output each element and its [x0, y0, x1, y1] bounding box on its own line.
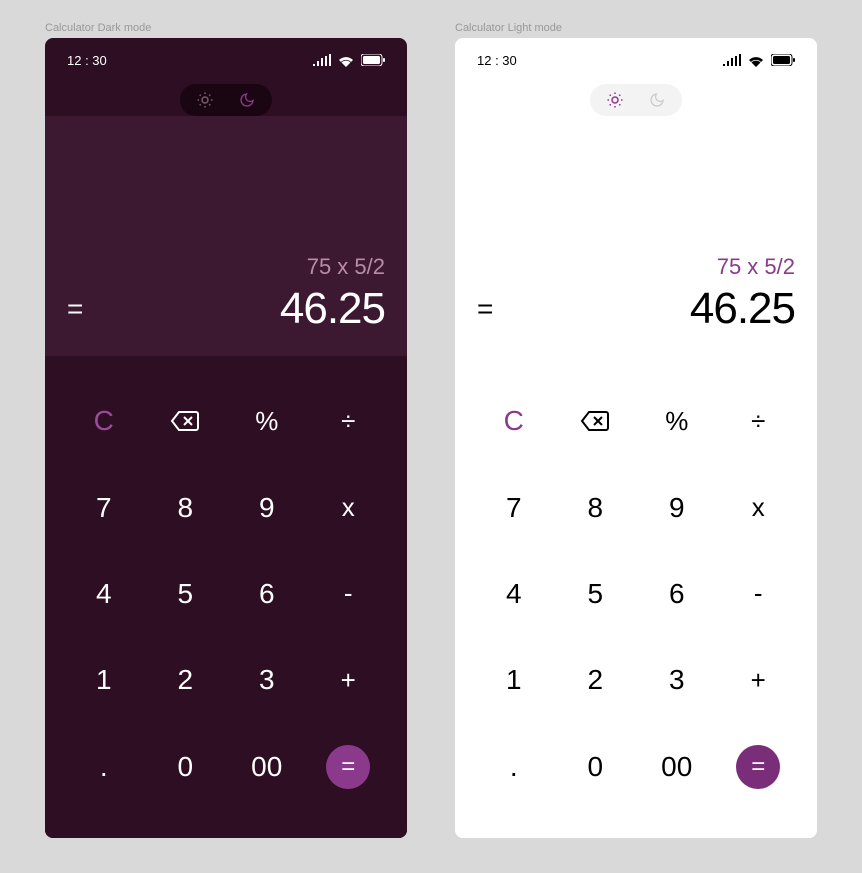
six-button[interactable]: 6 [226, 551, 308, 637]
plus-button[interactable]: + [308, 637, 390, 723]
clear-button[interactable]: C [473, 378, 555, 464]
display-area: 75 x 5/2 = 46.25 [455, 116, 817, 356]
theme-toggle[interactable] [180, 84, 272, 116]
six-button[interactable]: 6 [636, 551, 718, 637]
eight-button[interactable]: 8 [145, 464, 227, 550]
cellular-icon [723, 54, 741, 66]
zero-button[interactable]: 0 [555, 724, 637, 810]
backspace-button[interactable] [145, 378, 227, 464]
equals-button[interactable]: = [736, 745, 780, 789]
phone-dark: 12 : 30 75 x 5/2 [45, 38, 407, 838]
two-button[interactable]: 2 [555, 637, 637, 723]
moon-icon[interactable] [237, 90, 257, 110]
battery-icon [771, 54, 795, 66]
minus-button[interactable]: - [308, 551, 390, 637]
percent-button[interactable]: % [636, 378, 718, 464]
moon-icon[interactable] [647, 90, 667, 110]
status-icons [313, 54, 385, 67]
plus-button[interactable]: + [718, 637, 800, 723]
status-icons [723, 54, 795, 67]
cellular-icon [313, 54, 331, 66]
wifi-icon [337, 54, 355, 67]
expression: 75 x 5/2 [307, 254, 385, 280]
four-button[interactable]: 4 [63, 551, 145, 637]
panel-label-dark: Calculator Dark mode [45, 22, 407, 34]
result: 46.25 [280, 284, 385, 334]
backspace-button[interactable] [555, 378, 637, 464]
backspace-icon [580, 410, 610, 432]
dark-mode-panel: Calculator Dark mode 12 : 30 [45, 22, 407, 838]
keypad: C % ÷ 7 8 9 x 4 5 6 - 1 2 3 + . 0 00 = [45, 356, 407, 838]
multiply-button[interactable]: x [718, 464, 800, 550]
status-bar: 12 : 30 [455, 44, 817, 76]
eight-button[interactable]: 8 [555, 464, 637, 550]
dot-button[interactable]: . [473, 724, 555, 810]
divide-button[interactable]: ÷ [718, 378, 800, 464]
five-button[interactable]: 5 [555, 551, 637, 637]
one-button[interactable]: 1 [473, 637, 555, 723]
equals-button[interactable]: = [326, 745, 370, 789]
status-time: 12 : 30 [477, 53, 517, 68]
two-button[interactable]: 2 [145, 637, 227, 723]
backspace-icon [170, 410, 200, 432]
dot-button[interactable]: . [63, 724, 145, 810]
sun-icon[interactable] [605, 90, 625, 110]
theme-toggle[interactable] [590, 84, 682, 116]
divide-button[interactable]: ÷ [308, 378, 390, 464]
equals-sign: = [477, 293, 493, 325]
zero-button[interactable]: 0 [145, 724, 227, 810]
percent-button[interactable]: % [226, 378, 308, 464]
result: 46.25 [690, 284, 795, 334]
battery-icon [361, 54, 385, 66]
light-mode-panel: Calculator Light mode 12 : 30 [455, 22, 817, 838]
nine-button[interactable]: 9 [226, 464, 308, 550]
wifi-icon [747, 54, 765, 67]
sun-icon[interactable] [195, 90, 215, 110]
panel-label-light: Calculator Light mode [455, 22, 817, 34]
seven-button[interactable]: 7 [473, 464, 555, 550]
double-zero-button[interactable]: 00 [226, 724, 308, 810]
three-button[interactable]: 3 [226, 637, 308, 723]
double-zero-button[interactable]: 00 [636, 724, 718, 810]
three-button[interactable]: 3 [636, 637, 718, 723]
minus-button[interactable]: - [718, 551, 800, 637]
result-row: = 46.25 [477, 284, 795, 334]
phone-light: 12 : 30 75 x 5/2 [455, 38, 817, 838]
clear-button[interactable]: C [63, 378, 145, 464]
equals-sign: = [67, 293, 83, 325]
result-row: = 46.25 [67, 284, 385, 334]
keypad: C % ÷ 7 8 9 x 4 5 6 - 1 2 3 + . 0 00 = [455, 356, 817, 838]
display-area: 75 x 5/2 = 46.25 [45, 116, 407, 356]
four-button[interactable]: 4 [473, 551, 555, 637]
status-time: 12 : 30 [67, 53, 107, 68]
status-bar: 12 : 30 [45, 44, 407, 76]
five-button[interactable]: 5 [145, 551, 227, 637]
multiply-button[interactable]: x [308, 464, 390, 550]
one-button[interactable]: 1 [63, 637, 145, 723]
nine-button[interactable]: 9 [636, 464, 718, 550]
expression: 75 x 5/2 [717, 254, 795, 280]
seven-button[interactable]: 7 [63, 464, 145, 550]
